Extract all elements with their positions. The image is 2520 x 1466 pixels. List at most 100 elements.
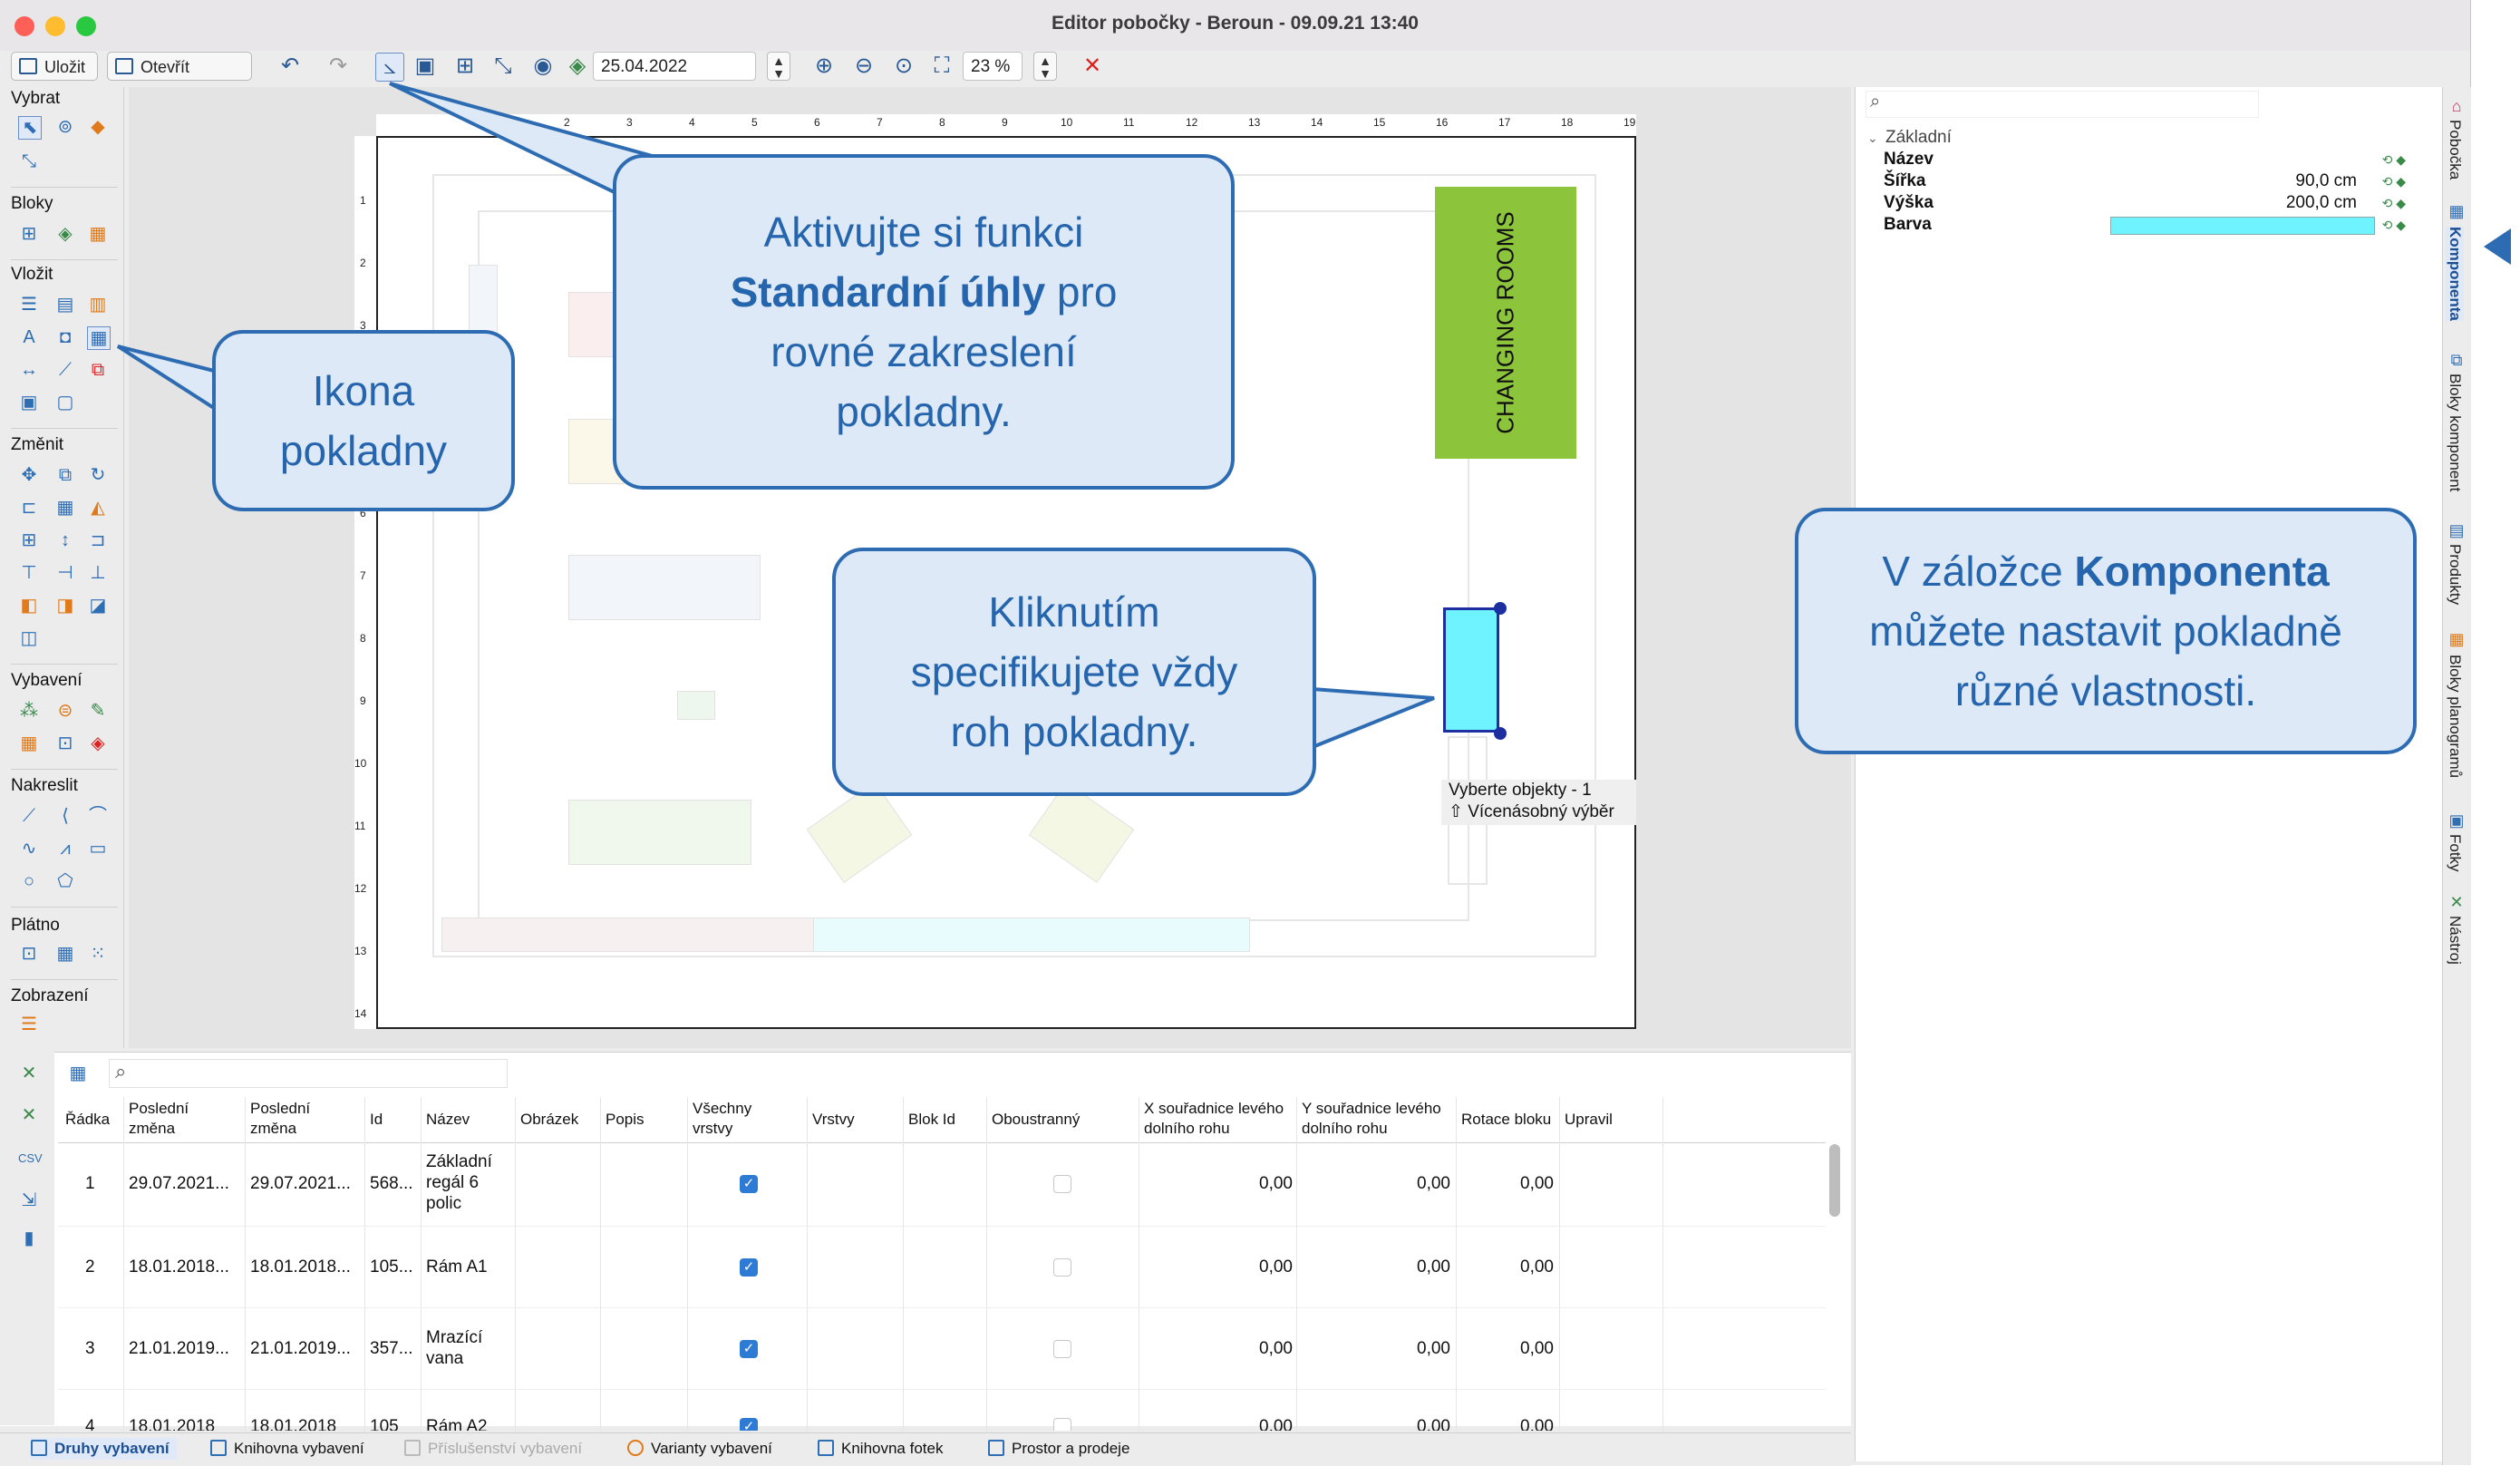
tab-planogram-blocks[interactable]: Bloky planogramů [2446,655,2464,778]
all-layers-checkbox[interactable]: ✓ [740,1258,758,1277]
column-header[interactable]: Upravil [1565,1110,1613,1130]
property-row[interactable]: Barva ⟲ ◆ [1867,214,2420,236]
tab-component-blocks[interactable]: Bloky komponent [2446,374,2464,491]
tab-photo-library[interactable]: Knihovna fotek [818,1438,943,1460]
column-header[interactable]: Rotace bloku [1461,1110,1551,1130]
reset-icon[interactable]: ⟲ ◆ [2370,149,2406,170]
properties-search-input[interactable]: ⌕ [1866,91,2259,118]
tab-equipment-variants[interactable]: Varianty vybavení [627,1438,772,1460]
callout-text: pokladny. [836,388,1012,435]
property-value[interactable]: 90,0 cm [2295,170,2357,192]
callout-register-corner: Kliknutím specifikujete vždy roh pokladn… [832,548,1316,796]
cell-row-number: 1 [85,1174,95,1193]
tab-products[interactable]: Produkty [2446,544,2464,605]
reset-icon[interactable]: ⟲ ◆ [2370,192,2406,214]
tab-photos[interactable]: Fotky [2446,834,2464,872]
callout-text: Standardní úhly pro [731,262,1118,322]
branch-icon: ⌂ [2451,97,2462,115]
all-layers-checkbox[interactable]: ✓ [740,1175,758,1193]
tab-tools[interactable]: Nástroj [2446,916,2464,965]
tools-icon: ✕ [2449,893,2464,911]
photos-icon: ▣ [2448,811,2465,830]
cell-row-number: 4 [85,1417,95,1431]
callout-text: V záložce Komponenta [1869,541,2342,601]
callout-text: můžete nastavit pokladně [1869,607,2342,655]
export-xo-icon[interactable]: ✕ [18,1063,40,1084]
column-header[interactable]: X souřadnice levého dolního rohu [1144,1099,1298,1139]
callout-text: specifikujete vždy [910,648,1238,695]
tab-component[interactable]: Komponenta [2446,227,2464,321]
double-sided-checkbox[interactable] [1053,1418,1071,1431]
export-csv-icon[interactable]: CSV [18,1148,43,1170]
column-header[interactable]: Popis [606,1110,645,1130]
tab-equipment-library[interactable]: Knihovna vybavení [210,1438,364,1460]
property-value[interactable]: 200,0 cm [2286,192,2357,214]
reset-icon[interactable]: ⟲ ◆ [2370,214,2406,236]
property-key: Výška [1884,193,1934,212]
callout-text: pro [1045,268,1118,316]
property-row[interactable]: Název ⟲ ◆ [1867,149,2420,170]
column-header[interactable]: Poslední změna [250,1099,359,1139]
column-header[interactable]: Poslední změna [129,1099,237,1139]
property-row[interactable]: Výška 200,0 cm ⟲ ◆ [1867,192,2420,214]
cell-last-change: 21.01.2019... [129,1339,229,1358]
column-header[interactable]: Blok Id [908,1110,955,1130]
tab-space-and-sales[interactable]: Prostor a prodeje [988,1438,1129,1460]
column-header[interactable]: Id [370,1110,383,1130]
chart-icon[interactable]: ▮ [18,1228,40,1249]
table-search-input[interactable]: ⌕ [109,1059,508,1088]
double-sided-checkbox[interactable] [1053,1340,1071,1358]
properties-group[interactable]: ⌄ Základní [1867,127,2420,149]
column-header[interactable]: Název [426,1110,470,1130]
column-header[interactable]: Vrstvy [812,1110,855,1130]
cell-last-change: 29.07.2021... [129,1174,229,1193]
column-header[interactable]: Y souřadnice levého dolního rohu [1302,1099,1456,1139]
column-header[interactable]: Oboustranný [992,1110,1080,1130]
cell-last-change: 18.01.2018... [250,1257,351,1277]
cell-last-change: 18.01.2018... [129,1257,229,1277]
properties-panel [1855,87,2443,1461]
property-key: Šířka [1884,171,1926,190]
import-icon[interactable]: ⇲ [18,1189,40,1211]
tab-equipment-accessories[interactable]: Příslušenství vybavení [404,1438,582,1460]
double-sided-checkbox[interactable] [1053,1175,1071,1193]
cell-id: 357... [370,1339,413,1358]
photo-library-icon [818,1440,834,1456]
app-window: Editor pobočky - Beroun - 09.09.21 13:40… [0,0,2511,1466]
all-layers-checkbox[interactable]: ✓ [740,1418,758,1431]
table-row[interactable]: 4 18.01.2018 18.01.2018 105 Rám A2 ✓ 0,0… [58,1416,1826,1431]
cell-name: Mrazící vana [426,1328,483,1368]
table-scrollbar[interactable] [1829,1144,1840,1217]
accessories-icon [404,1440,421,1456]
column-header[interactable]: Obrázek [520,1110,578,1130]
tab-label: Knihovna fotek [841,1440,944,1457]
cell-name: Rám A1 [426,1257,488,1277]
search-icon: ⌕ [1870,92,1881,112]
reset-icon[interactable]: ⟲ ◆ [2370,170,2406,192]
cell-x: 0,00 [1259,1339,1293,1358]
color-swatch[interactable] [2110,217,2375,235]
products-icon: ▤ [2448,521,2465,539]
table-settings-icon[interactable]: ▦ [67,1063,89,1084]
double-sided-checkbox[interactable] [1053,1258,1071,1277]
tab-label: Knihovna vybavení [234,1440,364,1457]
properties-group-label: Základní [1885,128,1952,147]
column-header[interactable]: Řádka [65,1110,110,1130]
pointer-register-icon [116,345,220,412]
tab-label: Příslušenství vybavení [428,1440,583,1457]
all-layers-checkbox[interactable]: ✓ [740,1340,758,1358]
callout-bold-text: Komponenta [2074,548,2330,595]
callout-text: Aktivujte si funkci [763,209,1084,256]
cell-y: 0,00 [1417,1339,1450,1358]
component-icon: ▦ [2448,202,2465,220]
planogram-blocks-icon: ▦ [2448,630,2465,648]
callout-text: různé vlastnosti. [1954,667,2257,714]
tab-branch[interactable]: Pobočka [2446,120,2464,180]
cell-rotation: 0,00 [1520,1417,1554,1431]
equipment-library-icon [210,1440,227,1456]
cell-rotation: 0,00 [1520,1339,1554,1358]
tab-equipment-types[interactable]: Druhy vybavení [31,1438,177,1460]
export-excel-icon[interactable]: ✕ [18,1104,40,1126]
property-row[interactable]: Šířka 90,0 cm ⟲ ◆ [1867,170,2420,192]
column-header[interactable]: Všechny vrstvy [693,1099,765,1139]
